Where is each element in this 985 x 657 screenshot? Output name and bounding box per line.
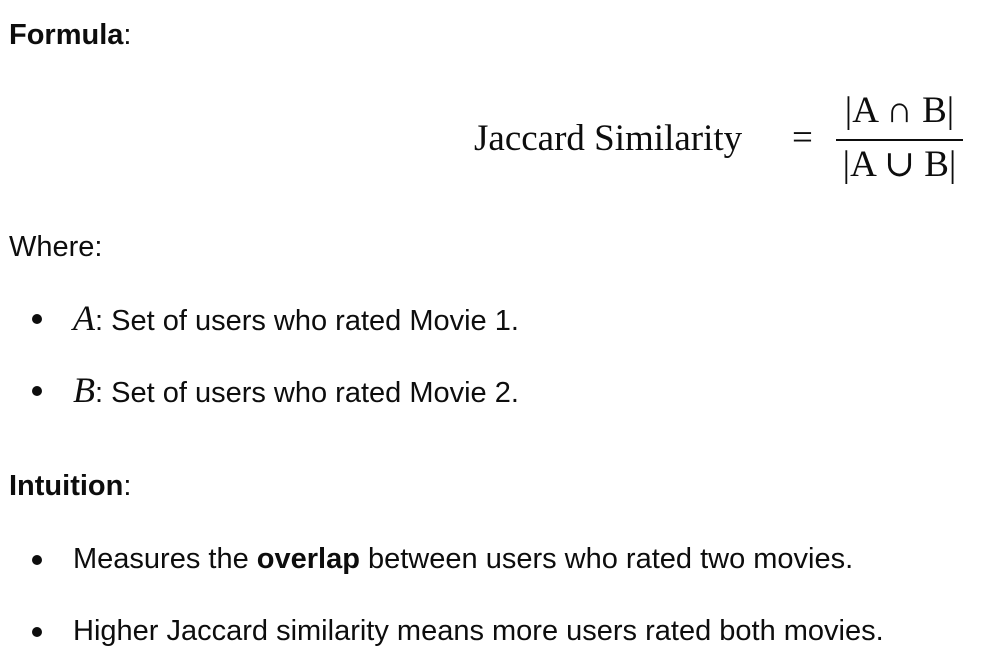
intuition-text-after: between users who rated two movies. xyxy=(359,543,854,575)
formula-lhs: Jaccard Similarity xyxy=(474,118,743,159)
formula-fraction: |A ∩ B| |A ∪ B| xyxy=(836,86,963,196)
formula-equals: = xyxy=(792,117,813,158)
where-label: Where: xyxy=(9,231,103,263)
formula-denominator: |A ∪ B| xyxy=(842,144,957,185)
fraction-bar xyxy=(836,139,963,141)
bullet-icon xyxy=(32,627,42,637)
bullet-icon xyxy=(32,555,42,565)
formula-heading-label: Formula xyxy=(9,19,124,51)
formula-heading-colon: : xyxy=(123,19,132,51)
where-item-description: : Set of users who rated Movie 2. xyxy=(95,377,519,409)
math-symbol-a: A xyxy=(73,298,95,338)
math-symbol-b: B xyxy=(73,370,95,410)
intuition-item-text: Measures the overlap between users who r… xyxy=(73,545,853,574)
intuition-text-before: Measures the xyxy=(73,543,257,575)
intuition-heading-colon: : xyxy=(123,470,132,502)
bullet-icon xyxy=(32,314,42,324)
intuition-bold-term: overlap xyxy=(256,543,360,575)
where-item-text: A: Set of users who rated Movie 1. xyxy=(73,300,519,336)
bullet-icon xyxy=(32,386,42,396)
formula-heading: Formula: xyxy=(9,21,131,50)
where-item-description: : Set of users who rated Movie 1. xyxy=(95,305,519,337)
intuition-item-text: Higher Jaccard similarity means more use… xyxy=(73,615,884,647)
jaccard-formula: Jaccard Similarity = |A ∩ B| |A ∪ B| xyxy=(474,86,964,196)
where-item-text: B: Set of users who rated Movie 2. xyxy=(73,372,519,408)
formula-numerator: |A ∩ B| xyxy=(844,90,955,131)
intuition-heading: Intuition: xyxy=(9,472,131,501)
intuition-heading-label: Intuition xyxy=(9,470,124,502)
